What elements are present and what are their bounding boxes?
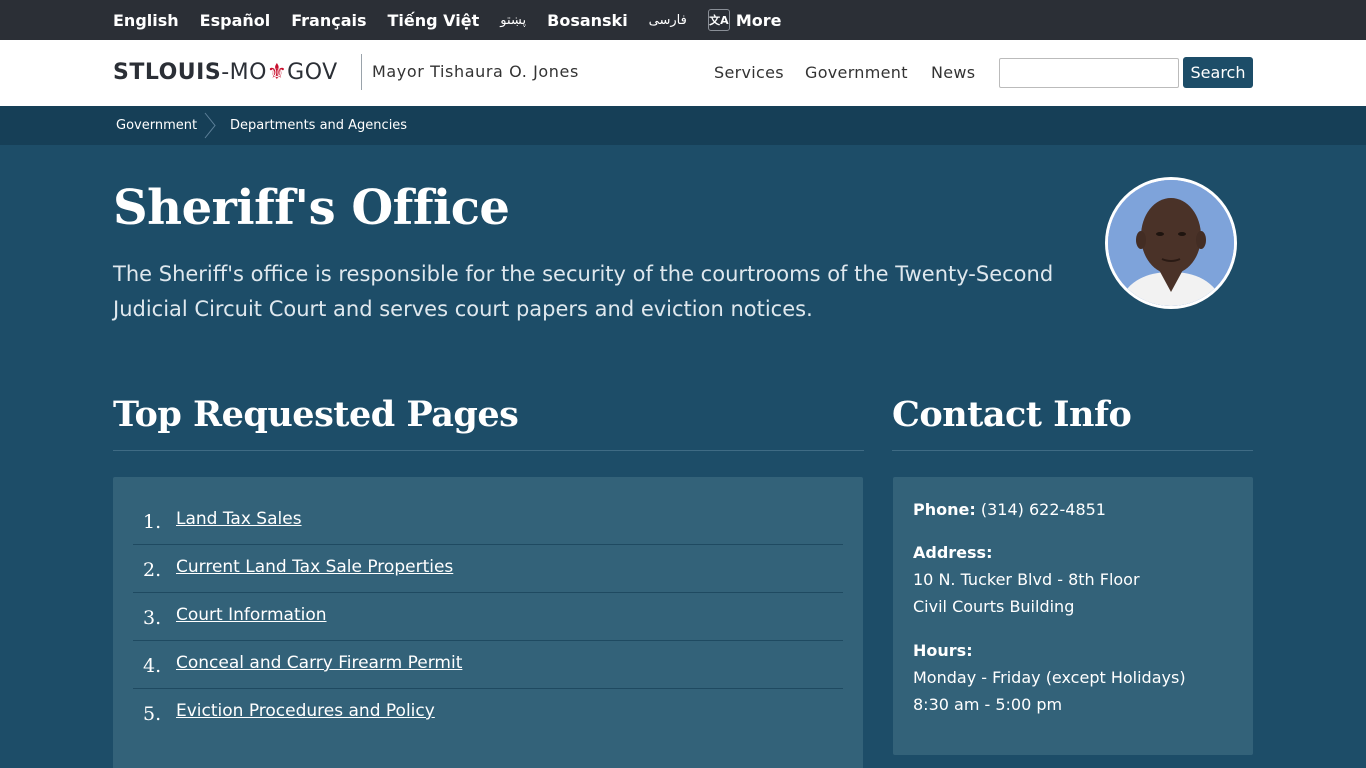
item-number: 3. (143, 607, 162, 629)
hours-line1: Monday - Friday (except Holidays) (913, 668, 1186, 687)
address-line1: 10 N. Tucker Blvd - 8th Floor (913, 570, 1140, 589)
phone-value[interactable]: (314) 622-4851 (981, 500, 1106, 519)
top-pages-heading: Top Requested Pages (113, 394, 519, 435)
translate-icon: 文A (707, 9, 730, 31)
item-number: 1. (143, 511, 162, 533)
logo-divider (361, 54, 362, 90)
mayor-link[interactable]: Mayor Tishaura O. Jones (372, 62, 579, 81)
more-languages-button[interactable]: 文A More (707, 9, 782, 31)
address-line2: Civil Courts Building (913, 597, 1075, 616)
list-item: 3. Court Information (133, 593, 843, 641)
address-label: Address: (913, 543, 993, 562)
lang-spanish[interactable]: Español (200, 11, 271, 30)
link-conceal-carry-permit[interactable]: Conceal and Carry Firearm Permit (176, 653, 462, 673)
lang-french[interactable]: Français (291, 11, 366, 30)
list-item: 5. Eviction Procedures and Policy (133, 689, 843, 737)
more-label: More (735, 10, 782, 30)
chevron-right-icon (204, 112, 216, 139)
page-title: Sheriff's Office (113, 180, 510, 236)
site-logo[interactable]: STLOUIS-MO⚜GOV (113, 60, 338, 85)
nav-news[interactable]: News (931, 63, 975, 82)
page-description: The Sheriff's office is responsible for … (113, 262, 1054, 321)
top-pages-divider (113, 450, 864, 451)
lang-vietnamese[interactable]: Tiếng Việt (388, 11, 480, 30)
contact-hours: Hours: Monday - Friday (except Holidays)… (913, 637, 1186, 718)
hours-line2: 8:30 am - 5:00 pm (913, 695, 1063, 714)
breadcrumb: Government Departments and Agencies (0, 106, 1366, 145)
link-eviction-procedures[interactable]: Eviction Procedures and Policy (176, 701, 435, 721)
link-land-tax-sales[interactable]: Land Tax Sales (176, 509, 302, 529)
search-button[interactable]: Search (1183, 57, 1253, 88)
hours-label: Hours: (913, 641, 973, 660)
item-number: 2. (143, 559, 162, 581)
portrait-icon (1108, 180, 1234, 306)
contact-heading: Contact Info (892, 394, 1132, 435)
link-current-land-tax-sale-properties[interactable]: Current Land Tax Sale Properties (176, 557, 453, 577)
list-item: 2. Current Land Tax Sale Properties (133, 545, 843, 593)
search-input[interactable] (999, 58, 1179, 88)
link-court-information[interactable]: Court Information (176, 605, 327, 625)
logo-stlouis: STLOUIS (113, 60, 222, 85)
contact-divider (892, 450, 1253, 451)
item-number: 4. (143, 655, 162, 677)
item-number: 5. (143, 703, 162, 725)
lang-bosnian[interactable]: Bosanski (547, 11, 628, 30)
sheriff-photo (1105, 177, 1237, 309)
nav-government[interactable]: Government (805, 63, 908, 82)
lang-farsi[interactable]: فارسی (649, 13, 687, 28)
contact-phone: Phone: (314) 622-4851 (913, 496, 1106, 523)
list-item: 4. Conceal and Carry Firearm Permit (133, 641, 843, 689)
lang-pashto[interactable]: پښتو (500, 13, 526, 28)
breadcrumb-government[interactable]: Government (116, 118, 197, 133)
logo-mo: -MO (221, 60, 267, 85)
site-header: STLOUIS-MO⚜GOV Mayor Tishaura O. Jones S… (0, 40, 1366, 106)
lang-english[interactable]: English (113, 11, 179, 30)
list-item: 1. Land Tax Sales (133, 497, 843, 545)
language-bar: English Español Français Tiếng Việt پښتو… (0, 0, 1366, 40)
nav-services[interactable]: Services (714, 63, 784, 82)
phone-label: Phone: (913, 500, 976, 519)
logo-gov: GOV (287, 60, 338, 85)
fleur-de-lis-icon: ⚜ (266, 60, 288, 85)
contact-address: Address: 10 N. Tucker Blvd - 8th Floor C… (913, 539, 1140, 620)
breadcrumb-departments[interactable]: Departments and Agencies (230, 118, 407, 133)
